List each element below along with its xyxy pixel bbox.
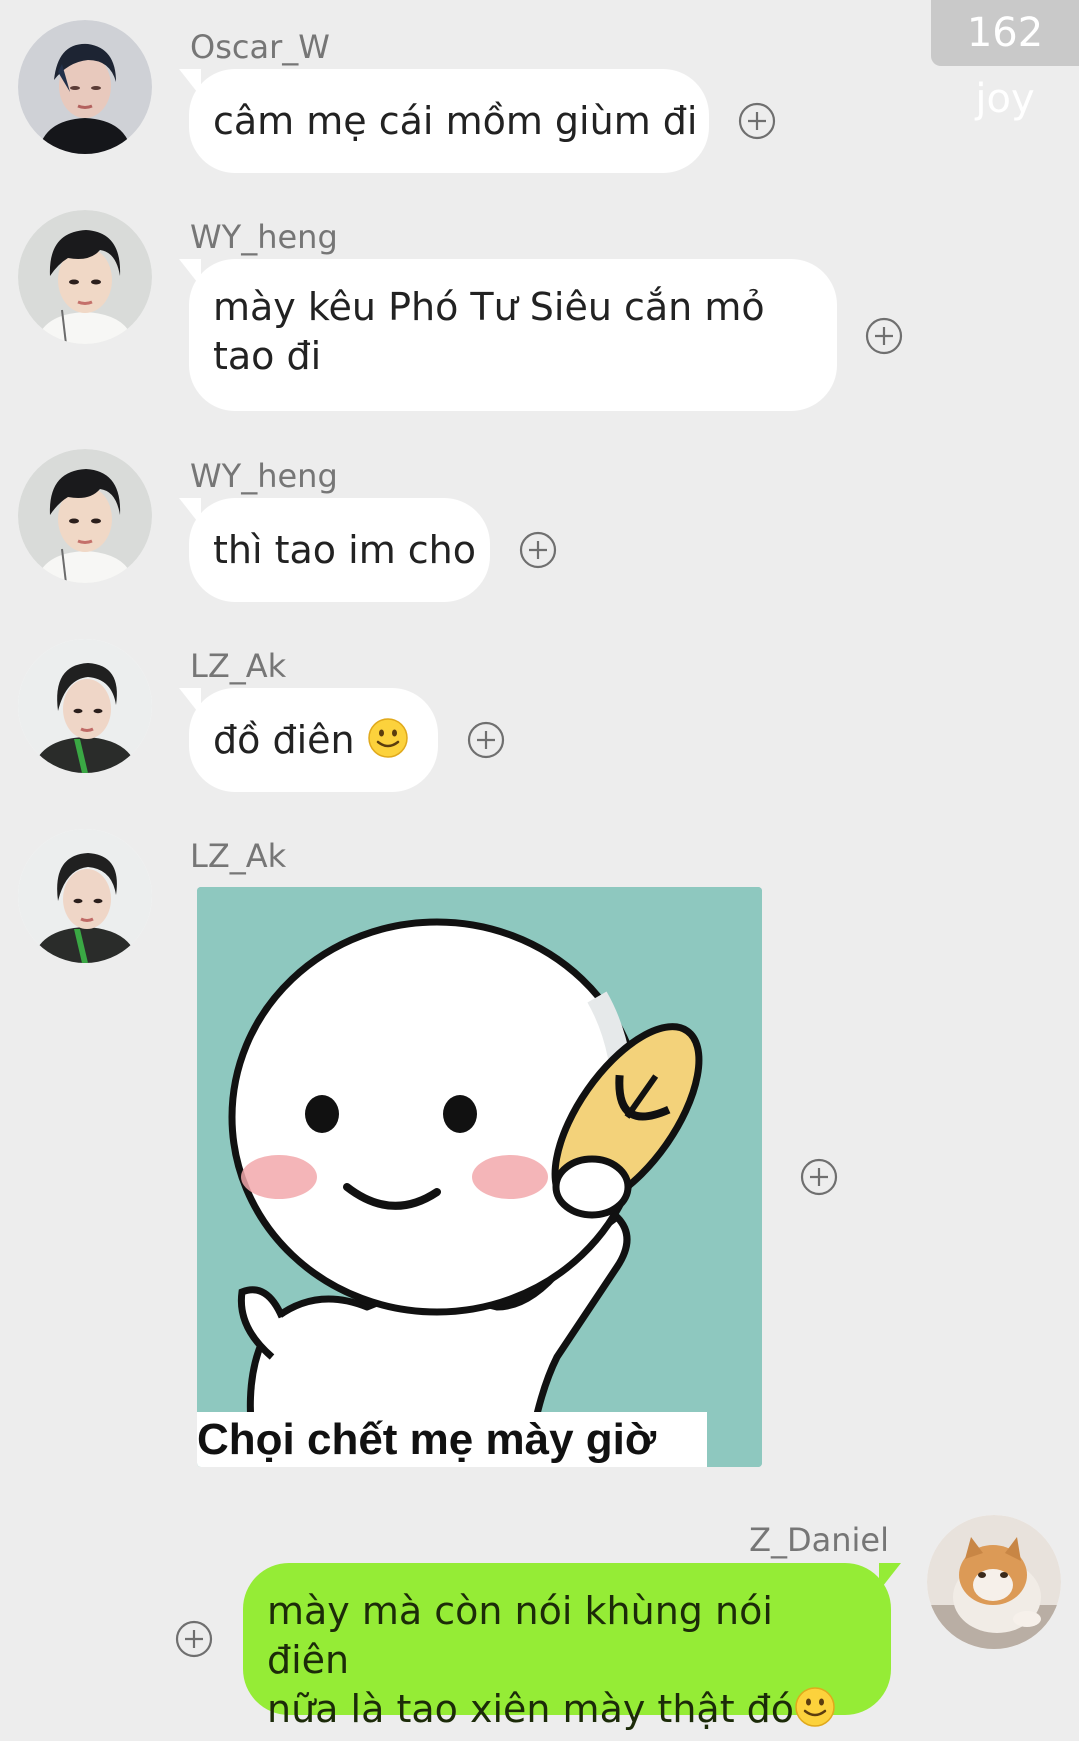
sticker-caption: Chọi chết mẹ mày giờ bbox=[197, 1412, 707, 1467]
avatar-lz-ak[interactable] bbox=[18, 829, 152, 963]
avatar-oscar-w[interactable] bbox=[18, 20, 152, 154]
message-text-line: tao đi bbox=[213, 334, 322, 378]
bubble-tail bbox=[879, 1563, 901, 1591]
sender-name: WY_heng bbox=[190, 218, 338, 256]
plus-circle-icon[interactable] bbox=[738, 102, 776, 140]
avatar-wy-heng[interactable] bbox=[18, 449, 152, 583]
plus-circle-icon[interactable] bbox=[175, 1620, 213, 1658]
bubble-tail bbox=[179, 498, 201, 526]
message-text: nữa là tao xiên mày thật đó bbox=[267, 1687, 795, 1731]
plus-circle-icon[interactable] bbox=[865, 317, 903, 355]
sticker-image[interactable]: Chọi chết mẹ mày giờ bbox=[197, 887, 762, 1467]
sender-name: Z_Daniel bbox=[749, 1521, 889, 1559]
message-text: thì tao im cho bbox=[213, 528, 477, 572]
slightly-smiling-face-emoji bbox=[795, 1687, 835, 1727]
message-text-line: nữa là tao xiên mày thật đó bbox=[267, 1685, 867, 1734]
message-text-line: mày mà còn nói khùng nói điên bbox=[267, 1589, 773, 1682]
sender-name: LZ_Ak bbox=[190, 837, 287, 875]
bubble-tail bbox=[179, 259, 201, 287]
chat-screen: 162 joy Oscar_W câm mẹ cái mồm giùm đi W… bbox=[0, 0, 1079, 1741]
message-bubble[interactable]: câm mẹ cái mồm giùm đi bbox=[179, 69, 709, 173]
message-bubble[interactable]: mày mà còn nói khùng nói điên nữa là tao… bbox=[243, 1563, 901, 1731]
message-text: câm mẹ cái mồm giùm đi bbox=[213, 99, 698, 143]
bubble-tail bbox=[179, 688, 201, 716]
sticker-character-waving-sandal bbox=[197, 887, 762, 1467]
sender-name: WY_heng bbox=[190, 457, 338, 495]
plus-circle-icon[interactable] bbox=[467, 721, 505, 759]
plus-circle-icon[interactable] bbox=[800, 1158, 838, 1196]
sender-name: LZ_Ak bbox=[190, 647, 287, 685]
message-bubble[interactable]: mày kêu Phó Tư Siêu cắn mỏ tao đi bbox=[179, 259, 837, 411]
plus-circle-icon[interactable] bbox=[519, 531, 557, 569]
message-text: đồ điên bbox=[213, 718, 355, 762]
message-bubble[interactable]: đồ điên bbox=[179, 688, 438, 792]
sender-name: Oscar_W bbox=[190, 28, 330, 66]
bubble-tail bbox=[179, 69, 201, 97]
slightly-smiling-face-emoji bbox=[367, 718, 408, 758]
avatar-z-daniel[interactable] bbox=[927, 1515, 1061, 1649]
avatar-lz-ak[interactable] bbox=[18, 639, 152, 773]
message-text-line: mày kêu Phó Tư Siêu cắn mỏ bbox=[213, 285, 765, 329]
avatar-wy-heng[interactable] bbox=[18, 210, 152, 344]
watermark: 162 joy bbox=[931, 0, 1079, 122]
message-bubble[interactable]: thì tao im cho bbox=[179, 498, 490, 602]
